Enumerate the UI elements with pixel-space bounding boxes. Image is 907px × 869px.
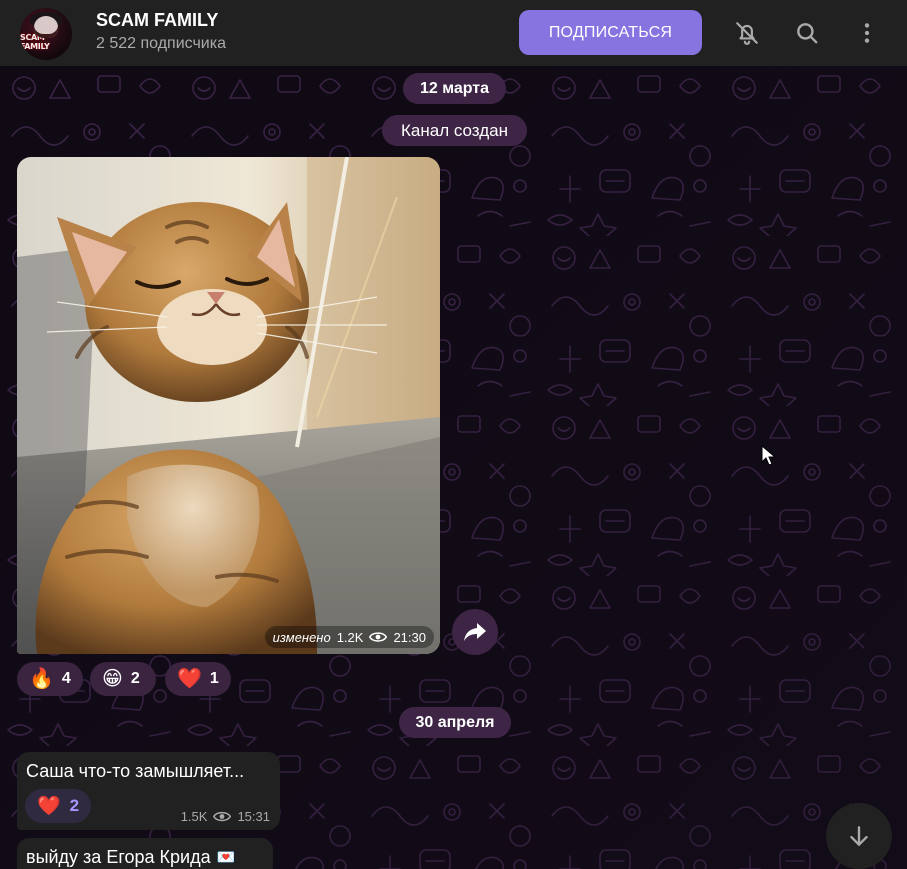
message-content: выйду за Егора Крида 💌 (26, 846, 235, 868)
more-vertical-icon[interactable] (848, 14, 886, 52)
view-count: 1.2K (336, 629, 364, 645)
view-count: 1.5K (180, 809, 208, 824)
reaction-heart[interactable]: ❤️ 2 (25, 789, 91, 823)
bell-muted-icon[interactable] (728, 14, 766, 52)
reaction-count: 2 (69, 796, 80, 815)
service-message: Канал создан (382, 115, 527, 146)
text-message[interactable]: выйду за Егора Крида 💌 (17, 838, 273, 869)
scroll-to-bottom-button[interactable] (826, 803, 892, 869)
date-pill: 12 марта (403, 73, 506, 104)
message-time: 15:31 (237, 809, 270, 824)
date-pill: 30 апреля (399, 707, 511, 738)
channel-name: SCAM FAMILY (96, 10, 219, 30)
fire-emoji-icon: 🔥 (29, 668, 54, 690)
text-message[interactable]: Саша что-то замышляет... ❤️ 2 1.5K 15:31 (17, 752, 280, 830)
reaction-fire[interactable]: 🔥 4 (17, 662, 83, 696)
photo-message[interactable]: изменено 1.2K 21:30 (17, 157, 440, 654)
edited-label: изменено (272, 629, 331, 645)
message-text: выйду за Егора Крида (26, 847, 211, 867)
share-button[interactable] (452, 609, 498, 655)
subscribe-button[interactable]: ПОДПИСАТЬСЯ (519, 10, 702, 55)
avatar-logo-face (34, 16, 58, 38)
subscriber-count: 2 522 подписчика (96, 35, 226, 52)
search-icon[interactable] (788, 14, 826, 52)
channel-info[interactable]: SCAM FAMILY 2 522 подписчика (96, 9, 226, 56)
chat-header: SCAM FAMILY SCAM FAMILY 2 522 подписчика… (0, 0, 907, 66)
grin-emoji-icon: 😁 (102, 668, 123, 690)
message-meta: 1.5K 15:31 (181, 809, 270, 824)
heart-emoji-icon: ❤️ (37, 795, 61, 817)
eye-icon (369, 632, 388, 642)
message-text: Саша что-то замышляет... (26, 761, 245, 781)
love-letter-emoji-icon: 💌 (216, 849, 236, 866)
photo-meta: изменено 1.2K 21:30 (264, 626, 434, 648)
reaction-count: 2 (130, 670, 140, 687)
share-icon (464, 623, 486, 641)
arrow-down-icon (850, 826, 868, 846)
reaction-heart[interactable]: ❤️ 1 (165, 662, 231, 696)
post-time: 21:30 (393, 629, 426, 645)
heart-emoji-icon: ❤️ (177, 668, 202, 690)
reaction-grin[interactable]: 😁 2 (90, 662, 156, 696)
eye-icon (213, 811, 232, 822)
cat-photo (17, 157, 440, 654)
channel-avatar[interactable]: SCAM FAMILY (20, 8, 72, 60)
reaction-count: 4 (61, 670, 71, 687)
reaction-count: 1 (209, 670, 219, 687)
mouse-cursor-icon (761, 444, 777, 472)
